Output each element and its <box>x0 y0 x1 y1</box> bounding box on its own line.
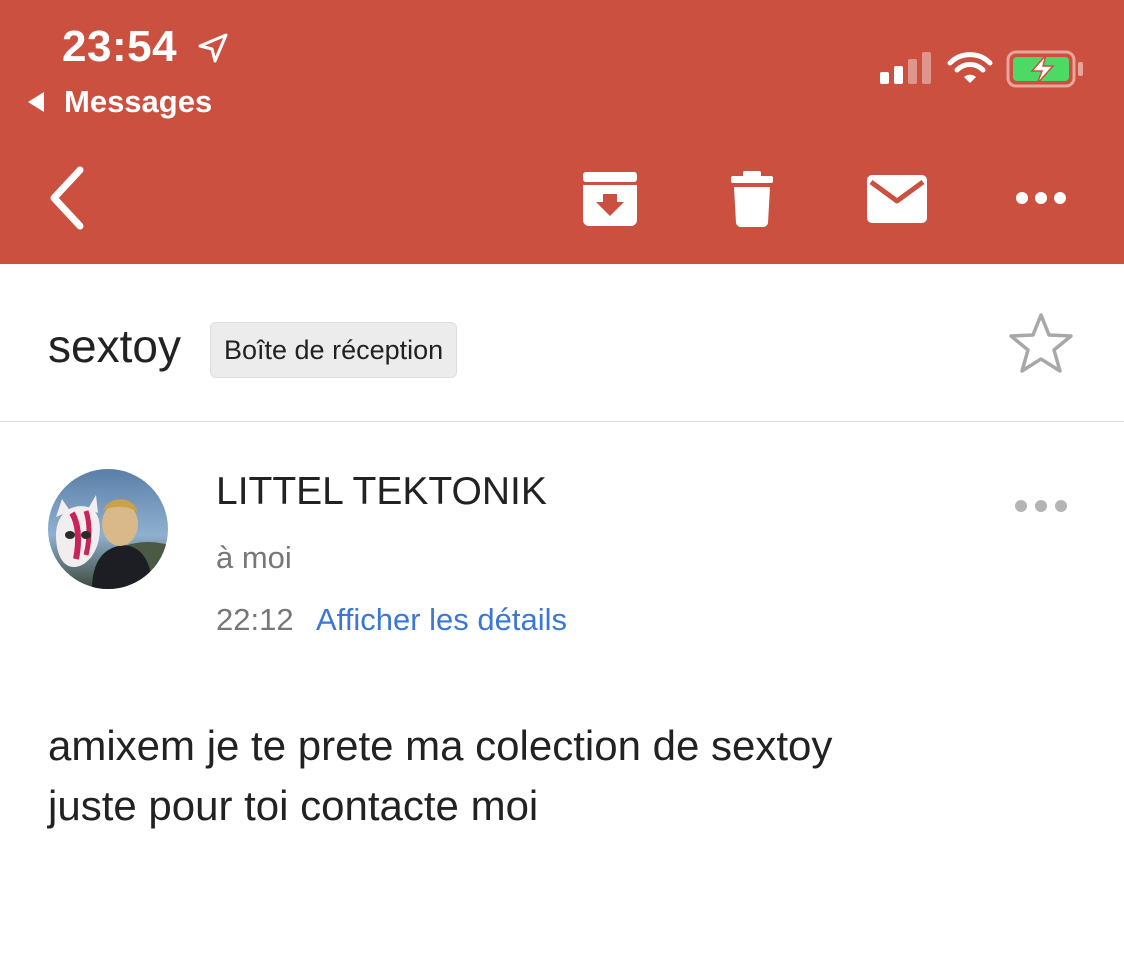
back-button[interactable] <box>36 160 96 236</box>
location-arrow-icon <box>198 33 228 63</box>
more-icon <box>1016 192 1066 204</box>
cellular-signal-icon <box>880 52 931 84</box>
email-body-line: juste pour toi contacte moi <box>48 782 539 829</box>
more-options-button[interactable] <box>1008 178 1074 218</box>
back-app-label: Messages <box>64 84 213 119</box>
back-to-messages-link[interactable]: Messages <box>28 84 212 120</box>
message-more-icon[interactable] <box>1010 492 1072 520</box>
subject-row: sextoy Boîte de réception <box>0 264 1124 422</box>
show-details-link[interactable]: Afficher les détails <box>316 602 567 638</box>
mail-icon <box>867 175 927 223</box>
sender-name: LITTEL TEKTONIK <box>216 470 547 513</box>
email-subject: sextoy <box>48 320 181 372</box>
email-body: amixem je te prete ma colection de sexto… <box>48 716 1088 836</box>
trash-icon <box>731 171 773 228</box>
avatar-image <box>48 469 168 589</box>
back-triangle-icon <box>28 92 44 112</box>
received-time: 22:12 <box>216 602 294 637</box>
recipient-line: à moi <box>216 540 292 575</box>
archive-button[interactable] <box>576 166 644 232</box>
battery-charging-icon <box>1006 50 1083 88</box>
sender-avatar[interactable] <box>48 469 168 589</box>
status-time: 23:54 <box>62 22 178 71</box>
email-body-line: amixem je te prete ma colection de sexto… <box>48 722 833 769</box>
archive-icon <box>583 172 637 226</box>
back-chevron-icon <box>50 166 84 230</box>
wifi-icon <box>947 52 993 83</box>
mark-unread-button[interactable] <box>862 168 932 230</box>
inbox-label-chip[interactable]: Boîte de réception <box>210 322 458 378</box>
star-icon[interactable] <box>1008 312 1074 374</box>
top-bar: 23:54 Messages <box>0 0 1124 264</box>
delete-button[interactable] <box>722 164 782 234</box>
